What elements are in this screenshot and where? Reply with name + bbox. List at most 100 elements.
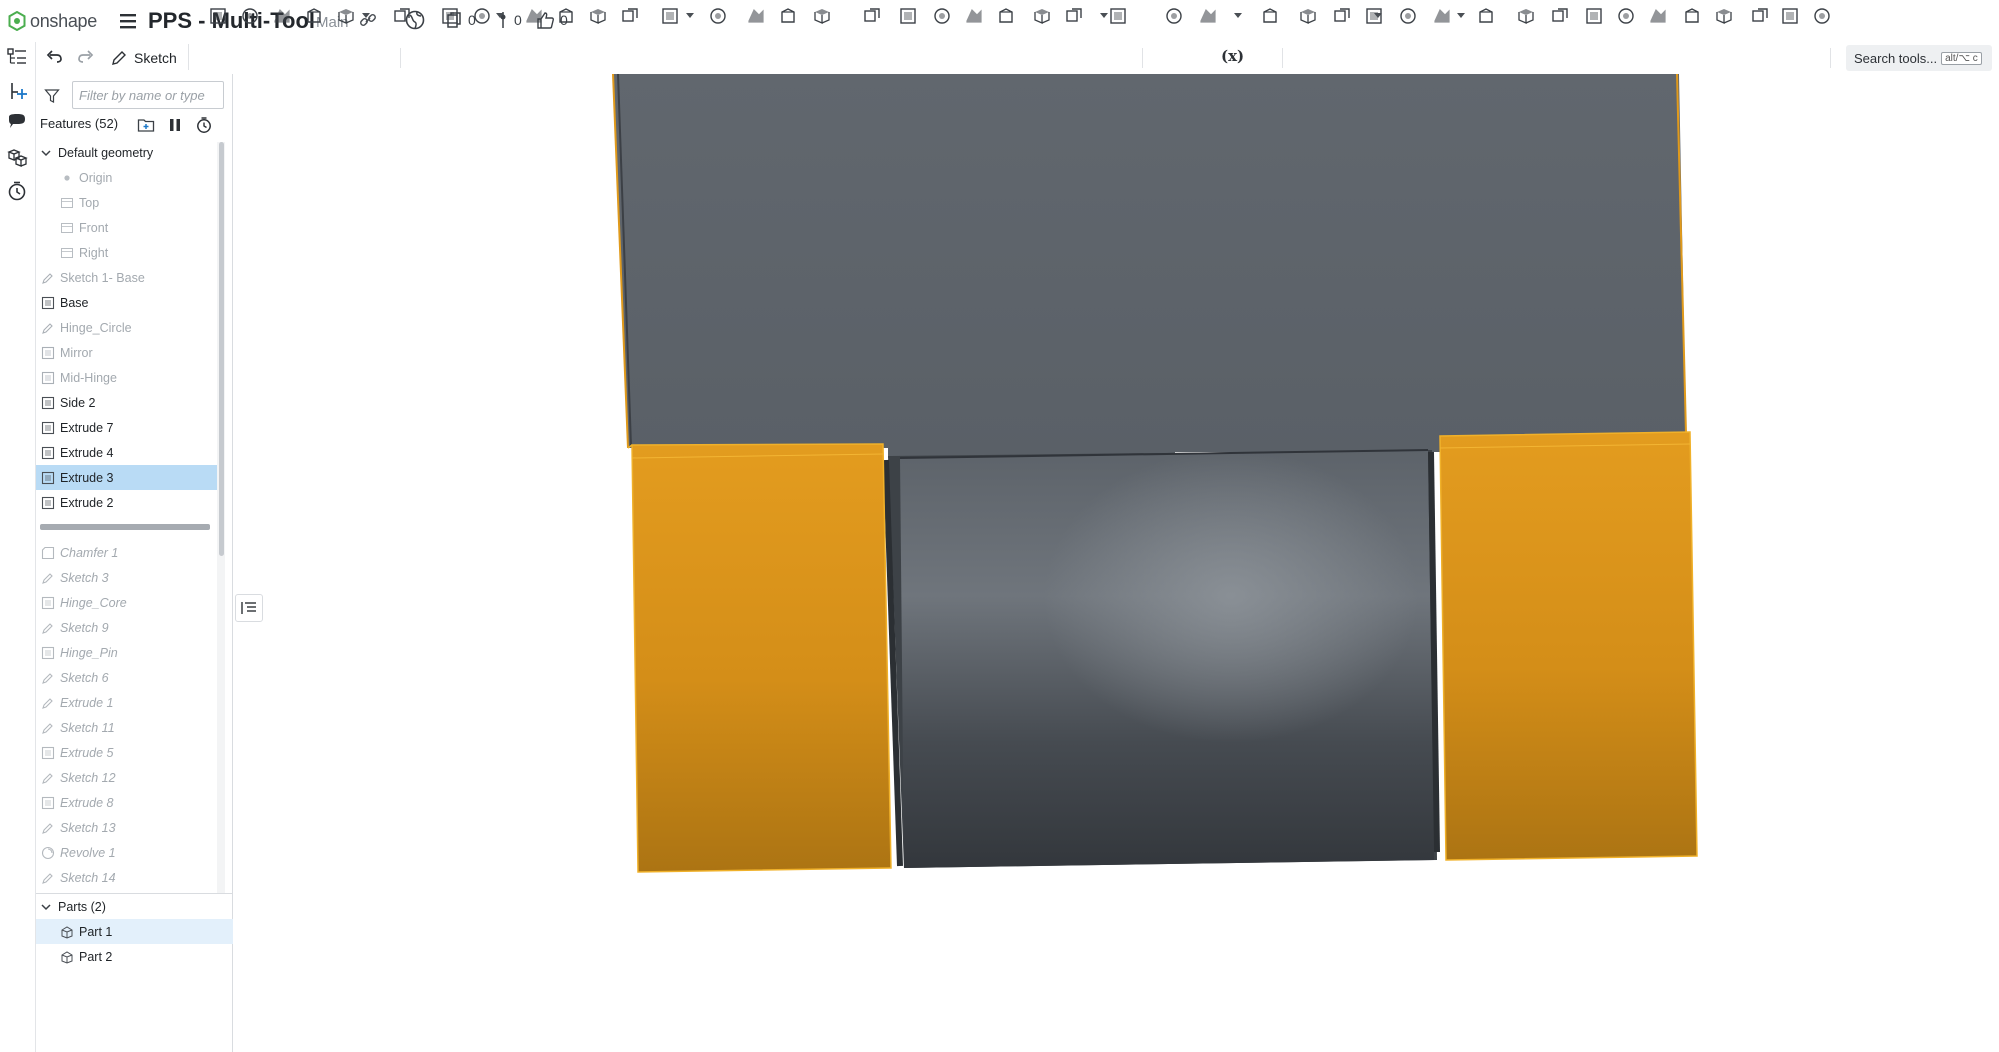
left-hinge-knuckle[interactable]	[627, 443, 892, 873]
add-mate-icon[interactable]	[6, 80, 28, 102]
feature-list-scroll-thumb[interactable]	[219, 142, 224, 556]
mirror-tool-icon[interactable]	[660, 6, 680, 26]
sketch-button[interactable]: Sketch	[110, 46, 177, 70]
chevron-down-icon[interactable]	[362, 13, 370, 18]
rolled-back-feature-row[interactable]: Sketch 13	[36, 815, 219, 840]
rolled-back-feature-row[interactable]: Chamfer 1	[36, 540, 219, 565]
feature-row[interactable]: Mirror	[36, 340, 219, 365]
rolled-back-feature-row[interactable]: Sketch 9	[36, 615, 219, 640]
transform-tool-icon[interactable]	[812, 6, 832, 26]
cut-list-icon[interactable]	[1750, 6, 1770, 26]
redo-icon[interactable]	[76, 46, 96, 66]
new-sketch-plane-icon[interactable]	[208, 6, 228, 26]
feature-row[interactable]: Extrude 3	[36, 465, 219, 490]
modify-fillet-icon[interactable]	[898, 6, 918, 26]
flange-icon[interactable]	[1332, 6, 1352, 26]
add-folder-icon[interactable]	[137, 116, 155, 134]
rolled-back-feature-row[interactable]: Revolve 1	[36, 840, 219, 865]
default-geometry-item-top[interactable]: Top	[36, 190, 238, 215]
loft-tool-icon[interactable]	[304, 6, 324, 26]
rolled-back-feature-row[interactable]: Sketch 6	[36, 665, 219, 690]
chevron-down-icon[interactable]	[1374, 13, 1382, 18]
measure-tool-icon[interactable]	[1108, 6, 1128, 26]
chevron-down-icon[interactable]	[40, 901, 52, 913]
revolve-tool-icon[interactable]	[240, 6, 260, 26]
default-geometry-item-right[interactable]: Right	[36, 240, 238, 265]
toggle-feature-list-button[interactable]	[235, 594, 263, 622]
part-row[interactable]: Part 2	[36, 944, 252, 969]
part-studio-feature-icon[interactable]	[1260, 6, 1280, 26]
split-tool-icon[interactable]	[778, 6, 798, 26]
default-geometry-group[interactable]: Default geometry	[36, 140, 214, 165]
custom-feature-icon[interactable]	[1780, 6, 1800, 26]
draft-tool-icon[interactable]	[472, 6, 492, 26]
graphics-viewport[interactable]	[233, 74, 1999, 1052]
feature-filter-input[interactable]	[72, 81, 224, 109]
frame-icon[interactable]	[1616, 6, 1636, 26]
part-row[interactable]: Part 1	[36, 919, 252, 944]
sheet-metal-icon[interactable]	[1298, 6, 1318, 26]
boolean-tool-icon[interactable]	[746, 6, 766, 26]
feature-row[interactable]: Base	[36, 290, 219, 315]
rebuild-timer-icon[interactable]	[195, 116, 213, 134]
replace-face-icon[interactable]	[996, 6, 1016, 26]
delete-face-icon[interactable]	[932, 6, 952, 26]
rollback-bar[interactable]	[40, 524, 210, 530]
mate-connector-icon[interactable]	[1064, 6, 1084, 26]
feature-row[interactable]: Extrude 7	[36, 415, 219, 440]
chevron-down-icon[interactable]	[1234, 13, 1242, 18]
finish-sheet-icon[interactable]	[1584, 6, 1604, 26]
feature-row[interactable]: Extrude 4	[36, 440, 219, 465]
rolled-back-feature-row[interactable]: Extrude 1	[36, 690, 219, 715]
default-geometry-item-front[interactable]: Front	[36, 215, 238, 240]
hole-tool-icon[interactable]	[588, 6, 608, 26]
feature-row[interactable]: Side 2	[36, 390, 219, 415]
feature-row[interactable]: Sketch 1- Base	[36, 265, 219, 290]
mirror-body-icon[interactable]	[708, 6, 728, 26]
unfold-icon[interactable]	[1550, 6, 1570, 26]
chevron-down-icon[interactable]	[686, 13, 694, 18]
feature-row[interactable]: Mid-Hinge	[36, 365, 219, 390]
pause-icon[interactable]	[166, 116, 184, 134]
chevron-down-icon[interactable]	[1457, 13, 1465, 18]
feature-row[interactable]: Extrude 2	[36, 490, 219, 515]
end-cap-icon[interactable]	[1714, 6, 1734, 26]
trim-icon[interactable]	[1648, 6, 1668, 26]
sweep-tool-icon[interactable]	[272, 6, 292, 26]
shell-tool-icon[interactable]	[556, 6, 576, 26]
top-plate[interactable]	[612, 74, 1687, 458]
hinge-cylinder[interactable]	[883, 449, 1440, 868]
onshape-logo[interactable]: onshape	[8, 9, 97, 33]
feature-row[interactable]: Hinge_Circle	[36, 315, 219, 340]
rolled-back-feature-row[interactable]: Sketch 14	[36, 865, 219, 890]
gusset-icon[interactable]	[1682, 6, 1702, 26]
plane-tool-icon[interactable]	[1032, 6, 1052, 26]
rolled-back-feature-row[interactable]: Hinge_Pin	[36, 640, 219, 665]
right-hinge-knuckle[interactable]	[1439, 431, 1698, 861]
history-icon[interactable]	[6, 180, 28, 202]
corner-icon[interactable]	[1476, 6, 1496, 26]
rolled-back-feature-row[interactable]: Extrude 8	[36, 790, 219, 815]
model-render[interactable]	[233, 74, 1999, 1052]
thicken-tool-icon[interactable]	[336, 6, 356, 26]
rib-tool-icon[interactable]	[524, 6, 544, 26]
bend-icon[interactable]	[1398, 6, 1418, 26]
relief-icon[interactable]	[1516, 6, 1536, 26]
add-custom-feature-icon[interactable]	[1812, 6, 1832, 26]
parts-group[interactable]: Parts (2)	[36, 894, 214, 919]
delete-part-icon[interactable]	[862, 6, 882, 26]
rolled-back-feature-row[interactable]: Extrude 5	[36, 740, 219, 765]
rotate-tool-icon[interactable]	[1198, 6, 1218, 26]
search-tools-button[interactable]: Search tools... alt/⌥ c	[1846, 45, 1992, 71]
rolled-back-feature-row[interactable]: Sketch 12	[36, 765, 219, 790]
rolled-back-feature-row[interactable]: Sketch 11	[36, 715, 219, 740]
variable-button[interactable]: (x)	[1221, 47, 1244, 65]
chamfer-tool-icon[interactable]	[440, 6, 460, 26]
chevron-down-icon[interactable]	[496, 13, 504, 18]
form-icon[interactable]	[1432, 6, 1452, 26]
feature-list-icon[interactable]	[6, 46, 28, 68]
rolled-back-feature-row[interactable]: Hinge_Core	[36, 590, 219, 615]
fillet-tool-icon[interactable]	[392, 6, 412, 26]
filter-icon[interactable]	[44, 88, 60, 104]
default-geometry-item-origin[interactable]: Origin	[36, 165, 238, 190]
